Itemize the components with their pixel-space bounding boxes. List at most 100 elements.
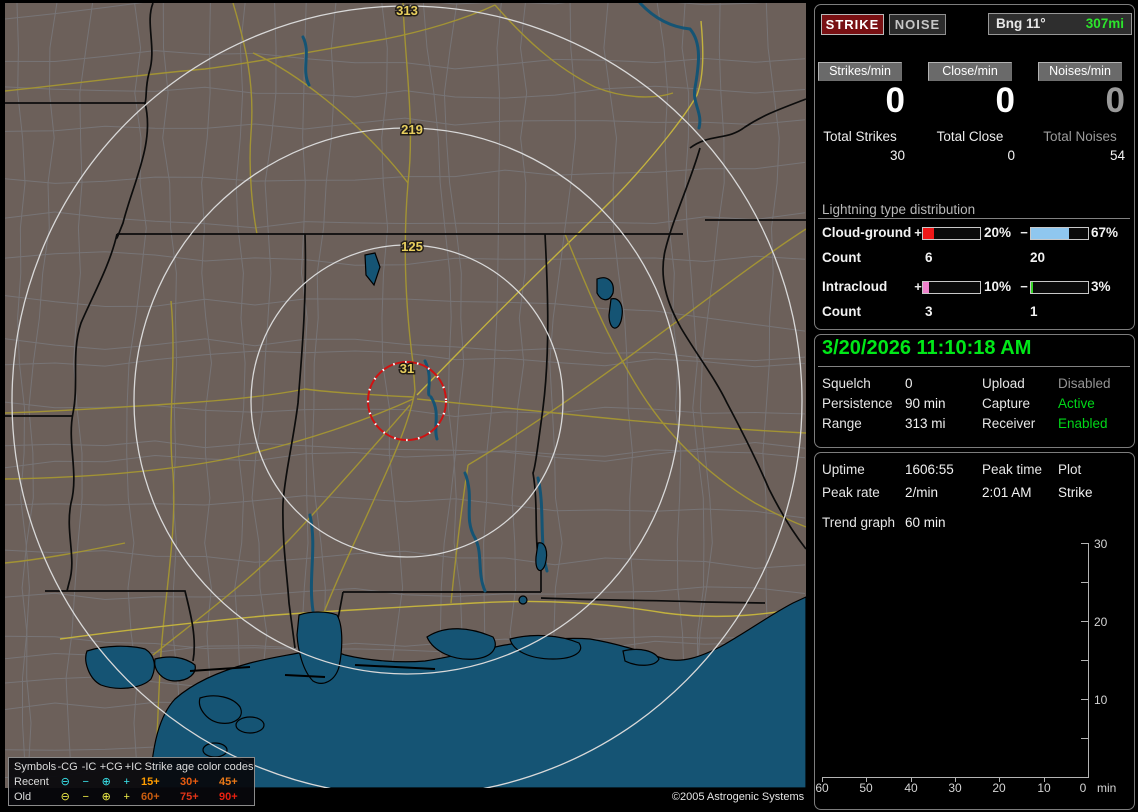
x-axis-unit: min: [1097, 781, 1117, 795]
ring-label-125: 125: [401, 239, 423, 254]
x-tick-label-30: 30: [948, 781, 962, 795]
legend-header-row: Symbols -CG -IC +CG +IC Strike age color…: [14, 760, 254, 775]
y-axis: [1088, 543, 1089, 778]
peak-time-label: Peak time: [982, 462, 1043, 477]
cg-count-label: Count: [822, 250, 861, 265]
squelch-value: 0: [905, 376, 913, 391]
strikes-per-min-button[interactable]: Strikes/min: [818, 62, 902, 81]
peak-time-value: 2:01 AM: [982, 485, 1032, 500]
peak-rate-label: Peak rate: [822, 485, 880, 500]
trend-graph-label: Trend graph: [822, 515, 896, 530]
ic-plus-count: 3: [925, 304, 933, 319]
age-30: 30+: [180, 776, 199, 788]
ic-plus-bar-fill: [923, 282, 929, 293]
range-value: 313 mi: [905, 416, 946, 431]
y-tick: [1081, 699, 1088, 700]
bearing-value: Bng 11°: [996, 16, 1046, 31]
squelch-label: Squelch: [822, 376, 871, 391]
cg-minus-old-icon: ⊖: [60, 791, 70, 803]
x-tick-label-10: 10: [1037, 781, 1051, 795]
x-tick-label-20: 20: [992, 781, 1006, 795]
legend-recent-row: Recent ⊖ − ⊕ + 15+ 30+ 45+: [14, 775, 254, 790]
ic-plus-percent: 10%: [984, 279, 1012, 294]
intracloud-label: Intracloud: [822, 279, 888, 294]
cg-plus-bar: [922, 227, 981, 240]
y-tick-label-30: 30: [1094, 537, 1108, 551]
y-tick: [1081, 621, 1088, 622]
age-90: 90+: [219, 791, 238, 803]
close-per-min-button[interactable]: Close/min: [928, 62, 1012, 81]
y-tick: [1081, 582, 1088, 583]
ic-minus-count: 1: [1030, 304, 1038, 319]
plot-mode-value: Strike: [1058, 485, 1093, 500]
strike-toggle-button[interactable]: STRIKE: [821, 14, 884, 35]
cg-plus-bar-fill: [923, 228, 935, 239]
legend-old-row: Old ⊖ − ⊕ + 60+ 75+ 90+: [14, 790, 254, 805]
ring-label-31: 31: [400, 361, 414, 376]
upload-label: Upload: [982, 376, 1025, 391]
uptime-value: 1606:55: [905, 462, 954, 477]
ic-plus-old-icon: +: [123, 791, 130, 803]
noises-per-min-button[interactable]: Noises/min: [1038, 62, 1122, 81]
y-tick-label-10: 10: [1094, 693, 1108, 707]
range-label: Range: [822, 416, 862, 431]
plot-label: Plot: [1058, 462, 1082, 477]
ic-minus-recent-icon: −: [82, 776, 89, 788]
map-canvas[interactable]: 313 219 125 31: [5, 3, 806, 788]
age-45: 45+: [219, 776, 238, 788]
cg-minus-bar-fill: [1031, 228, 1070, 239]
y-tick: [1081, 660, 1088, 661]
cg-minus-count: 20: [1030, 250, 1046, 265]
datetime-display: 3/20/2026 11:10:18 AM: [822, 337, 1032, 359]
minus-sign: −: [1020, 225, 1028, 240]
ic-minus-percent: 3%: [1091, 279, 1111, 294]
ic-count-label: Count: [822, 304, 861, 319]
receiver-status: Enabled: [1058, 416, 1108, 431]
legend-age-header: Strike age color codes: [144, 761, 254, 773]
cloud-ground-label: Cloud-ground: [822, 225, 912, 240]
ring-label-219: 219: [401, 122, 423, 137]
strikes-per-min-value: 0: [885, 81, 905, 120]
capture-label: Capture: [982, 396, 1031, 411]
x-tick-label-60: 60: [815, 781, 829, 795]
legend-col--cg: -CG: [57, 761, 78, 773]
noise-toggle-button[interactable]: NOISE: [889, 14, 946, 35]
receiver-label: Receiver: [982, 416, 1036, 431]
legend-col-+cg: +CG: [99, 761, 123, 773]
radar-map[interactable]: 313 219 125 31: [5, 3, 806, 788]
stormvue-window: { "header": { "strike_button": "STRIKE",…: [0, 0, 1138, 812]
capture-status: Active: [1058, 396, 1095, 411]
distribution-title: Lightning type distribution: [822, 202, 976, 217]
symbol-legend: Symbols -CG -IC +CG +IC Strike age color…: [8, 757, 255, 806]
info-panel: [814, 452, 1135, 810]
noises-per-min-value: 0: [1105, 81, 1125, 120]
legend-col--ic: -IC: [81, 761, 97, 773]
legend-recent-label: Recent: [14, 776, 49, 788]
ic-plus-bar: [922, 281, 981, 294]
cg-minus-percent: 67%: [1091, 225, 1119, 240]
age-60: 60+: [140, 791, 160, 803]
bearing-distance: 307mi: [1085, 16, 1124, 31]
close-per-min-value: 0: [995, 81, 1015, 120]
ic-minus-bar: [1030, 281, 1089, 294]
age-15: 15+: [140, 776, 160, 788]
legend-col-+ic: +IC: [124, 761, 143, 773]
ic-plus-recent-icon: +: [123, 776, 130, 788]
distribution-divider: [818, 218, 1130, 219]
clock-divider: [818, 366, 1130, 367]
ic-minus-old-icon: −: [82, 791, 89, 803]
total-strikes-value: 30: [889, 148, 905, 163]
x-tick-label-0: 0: [1079, 781, 1087, 795]
cg-minus-recent-icon: ⊖: [60, 776, 70, 788]
uptime-label: Uptime: [822, 462, 865, 477]
cg-minus-bar: [1030, 227, 1089, 240]
legend-old-label: Old: [14, 791, 32, 803]
x-tick-label-40: 40: [904, 781, 918, 795]
total-noises-value: 54: [1109, 148, 1125, 163]
total-strikes-label: Total Strikes: [823, 129, 897, 144]
minus-sign: −: [1020, 279, 1028, 294]
cg-plus-recent-icon: ⊕: [101, 776, 111, 788]
cg-plus-count: 6: [925, 250, 933, 265]
ic-minus-bar-fill: [1031, 282, 1033, 293]
trend-graph-period: 60 min: [905, 515, 946, 530]
